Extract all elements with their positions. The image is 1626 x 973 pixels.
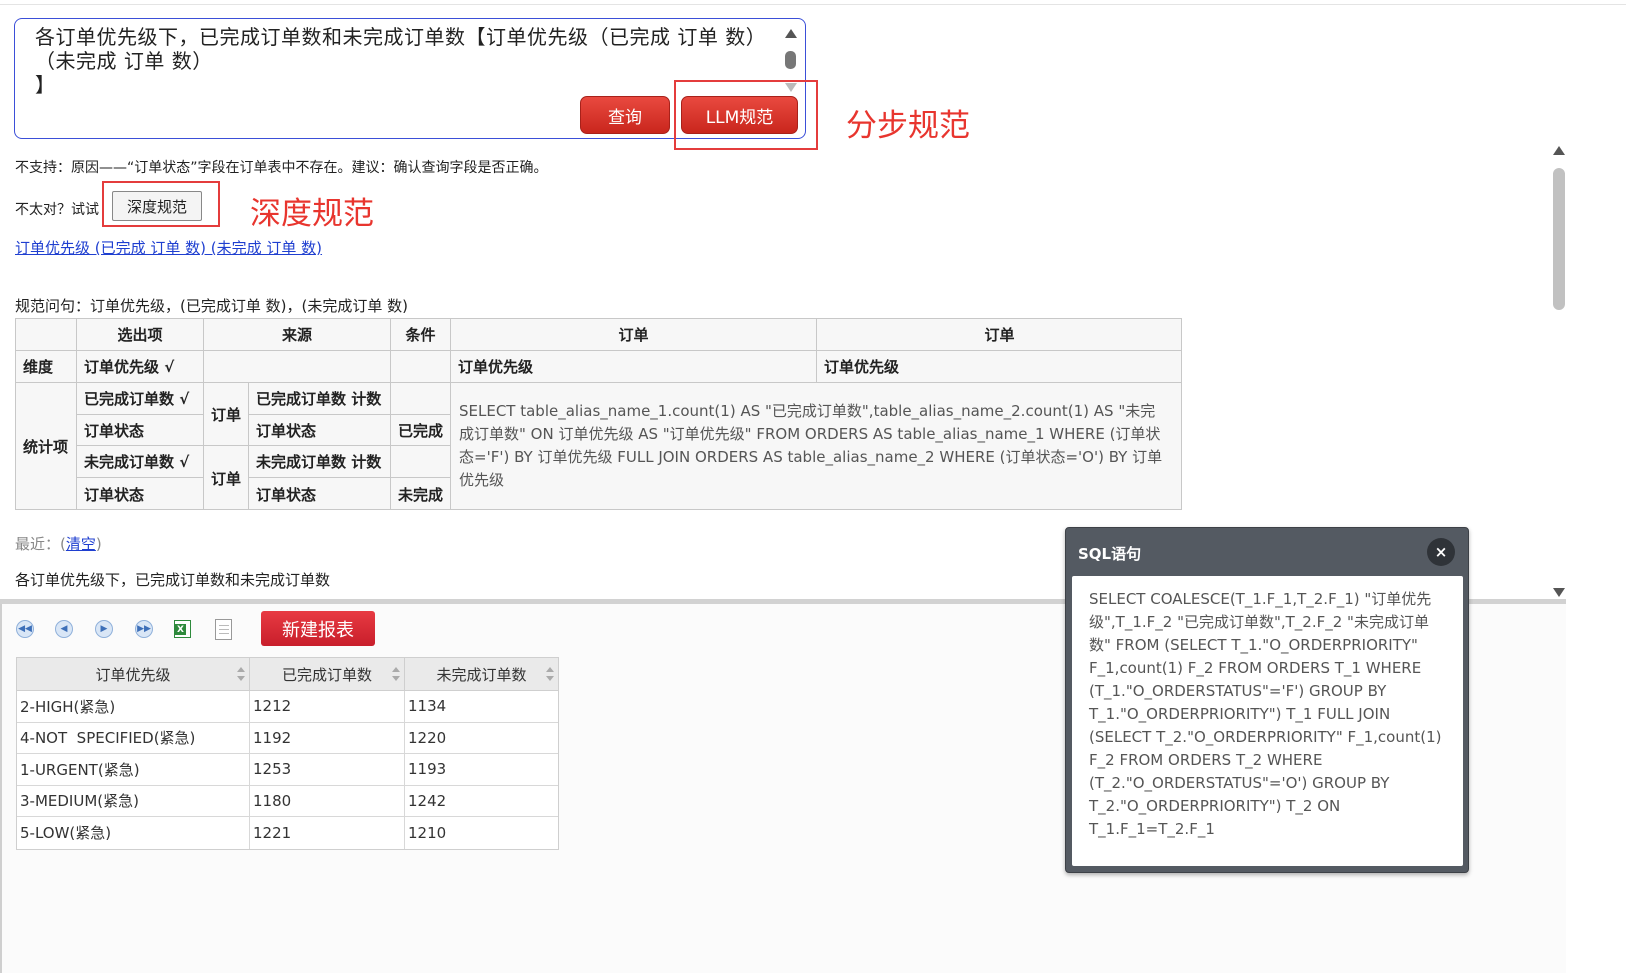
condition-completed: 已完成 [391,415,451,446]
cell-completed: 1192 [250,722,405,753]
top-divider [0,4,1626,5]
deep-norm-annotation: 深度规范 [250,196,374,232]
close-icon[interactable]: × [1427,538,1455,566]
document-icon[interactable] [215,619,232,640]
sql-dialog-body: SELECT COALESCE(T_1.F_1,T_2.F_1) "订单优先级"… [1072,576,1463,866]
cell-priority: 4-NOT SPECIFIED(紧急) [17,722,250,753]
stat-item-uncompleted: 未完成订单数 √ [77,446,204,478]
column-header-label: 未完成订单数 [436,665,527,684]
stat-label: 统计项 [16,383,77,510]
dimension-condition [391,351,451,383]
dimension-col-1: 订单优先级 [451,351,817,383]
source-completed-count: 已完成订单数 计数 [249,383,391,415]
source-table-completed: 订单 [204,383,249,446]
sql-dialog-title: SQL语句 [1078,545,1142,563]
table-row[interactable]: 4-NOT SPECIFIED(紧急) 1192 1220 [17,722,558,754]
header-condition: 条件 [391,319,451,351]
cell-uncompleted: 1220 [408,728,447,747]
column-header-completed[interactable]: 已完成订单数 [250,658,405,690]
dimension-source [204,351,391,383]
condition-completed-count [391,383,451,415]
header-corner [16,319,77,351]
table-row[interactable]: 5-LOW(紧急) 1221 1210 [17,817,558,849]
cell-uncompleted: 1193 [408,760,447,779]
column-header-label: 订单优先级 [95,665,171,684]
header-table-1: 订单 [451,319,817,351]
condition-uncompleted-count [391,446,451,478]
recent-section: 最近：(清空) [15,533,102,554]
analysis-table: 选出项 来源 条件 订单 订单 维度 订单优先级 √ 订单优先级 订单优先级 统… [15,318,1182,510]
cell-completed: 1180 [250,785,405,816]
next-page-icon[interactable]: ▶ [95,620,113,638]
cell-priority: 2-HIGH(紧急) [17,691,250,722]
excel-export-icon[interactable]: X [174,620,191,638]
sort-icon[interactable] [546,667,554,681]
dimension-item: 订单优先级 √ [77,351,204,383]
cell-completed: 1221 [250,817,405,849]
sql-dialog[interactable]: SQL语句 × SELECT COALESCE(T_1.F_1,T_2.F_1)… [1065,527,1469,873]
table-row[interactable]: 3-MEDIUM(紧急) 1180 1242 [17,785,558,817]
scroll-thumb[interactable] [785,51,796,69]
generated-sql-text: SELECT table_alias_name_1.count(1) AS "已… [459,402,1163,489]
source-table-uncompleted: 订单 [204,446,249,510]
cell-uncompleted: 1134 [408,697,447,716]
stat-item-completed: 已完成订单数 √ [77,383,204,415]
source-uncompleted-count: 未完成订单数 计数 [249,446,391,478]
scroll-up-icon[interactable] [1553,146,1565,155]
llm-button-highlight-frame [674,80,818,150]
results-pane-edge [0,604,2,973]
last-page-icon[interactable]: ▶▶ [135,620,153,638]
query-textarea[interactable]: 各订单优先级下，已完成订单数和未完成订单数【订单优先级（已完成 订单 数）（未完… [35,25,765,101]
condition-uncompleted: 未完成 [391,478,451,510]
normalized-query-link[interactable]: 订单优先级 (已完成 订单 数) (未完成 订单 数) [15,237,322,258]
recent-label: 最近：( [15,535,66,553]
page-scrollbar[interactable] [1550,140,1568,610]
clear-recent-link[interactable]: 清空 [66,535,96,553]
query-button[interactable]: 查询 [580,96,670,134]
stat-item-status-1: 订单状态 [77,415,204,446]
cell-completed: 1253 [250,754,405,785]
first-page-icon[interactable]: ◀◀ [16,620,34,638]
recent-query-item[interactable]: 各订单优先级下，已完成订单数和未完成订单数 [15,569,330,590]
cell-priority: 1-URGENT(紧急) [17,754,250,785]
source-status-2: 订单状态 [249,478,391,510]
cell-completed: 1212 [250,691,405,722]
column-header-priority[interactable]: 订单优先级 [17,658,250,690]
table-row[interactable]: 2-HIGH(紧急) 1212 1134 [17,691,558,723]
dimension-col-2: 订单优先级 [817,351,1182,383]
stat-item-status-2: 订单状态 [77,478,204,510]
scroll-up-icon[interactable] [785,29,797,38]
try-label: 不太对？试试 [15,202,99,218]
step-norm-annotation: 分步规范 [846,108,970,144]
scroll-thumb[interactable] [1553,168,1565,310]
recent-close-paren: ) [95,535,102,553]
sort-icon[interactable] [237,667,245,681]
results-table: 订单优先级 已完成订单数 未完成订单数 2-HIGH(紧急) 1212 1134… [16,657,559,850]
not-supported-message: 不支持：原因——“订单状态”字段在订单表中不存在。建议：确认查询字段是否正确。 [15,160,548,176]
normalized-question: 规范问句：订单优先级，(已完成订单 数)，(未完成订单 数) [15,297,408,315]
cell-uncompleted: 1242 [408,791,447,810]
header-table-2: 订单 [817,319,1182,351]
sort-icon[interactable] [392,667,400,681]
deep-button-highlight-frame [102,181,220,227]
prev-page-icon[interactable]: ◀ [55,620,73,638]
cell-priority: 5-LOW(紧急) [17,817,250,849]
cell-priority: 3-MEDIUM(紧急) [17,785,250,816]
table-row[interactable]: 1-URGENT(紧急) 1253 1193 [17,754,558,786]
header-select-item: 选出项 [77,319,204,351]
source-status-1: 订单状态 [249,415,391,446]
scroll-down-icon[interactable] [1553,588,1565,597]
new-report-button[interactable]: 新建报表 [261,611,375,646]
results-header: 订单优先级 已完成订单数 未完成订单数 [17,658,558,691]
column-header-label: 已完成订单数 [281,665,372,684]
column-header-uncompleted[interactable]: 未完成订单数 [405,658,558,690]
dimension-label: 维度 [16,351,77,383]
cell-uncompleted: 1210 [408,823,447,842]
header-source: 来源 [204,319,391,351]
